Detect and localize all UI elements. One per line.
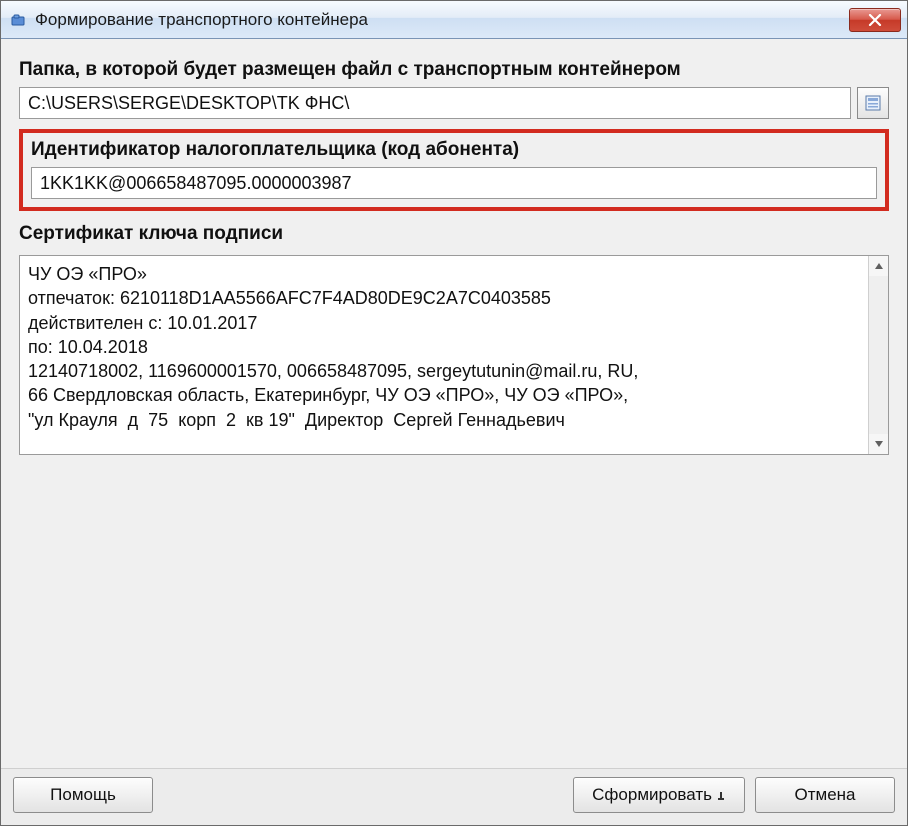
- cert-label: Сертификат ключа подписи: [19, 223, 889, 245]
- cert-textarea[interactable]: ЧУ ОЭ «ПРО» отпечаток: 6210118D1AA5566AF…: [19, 255, 889, 455]
- taxpayer-id-label: Идентификатор налогоплательщика (код або…: [31, 139, 877, 161]
- taxpayer-id-highlight: Идентификатор налогоплательщика (код або…: [19, 129, 889, 211]
- generate-button[interactable]: Сформировать: [573, 777, 745, 813]
- cancel-button-label: Отмена: [795, 785, 856, 805]
- titlebar: Формирование транспортного контейнера: [1, 1, 907, 39]
- window-title: Формирование транспортного контейнера: [35, 10, 849, 30]
- generate-button-label: Сформировать: [592, 785, 712, 805]
- dialog-window: Формирование транспортного контейнера Па…: [0, 0, 908, 826]
- help-button-label: Помощь: [50, 785, 116, 805]
- cert-scrollbar[interactable]: [868, 256, 888, 454]
- folder-browse-icon: [864, 94, 882, 112]
- cert-content: ЧУ ОЭ «ПРО» отпечаток: 6210118D1AA5566AF…: [20, 256, 888, 438]
- taxpayer-id-input[interactable]: [31, 167, 877, 199]
- cancel-button[interactable]: Отмена: [755, 777, 895, 813]
- close-icon: [868, 14, 882, 26]
- button-bar: Помощь Сформировать Отмена: [1, 768, 907, 825]
- folder-path-input[interactable]: [19, 87, 851, 119]
- folder-row: [19, 87, 889, 119]
- help-button[interactable]: Помощь: [13, 777, 153, 813]
- dropdown-caret-icon: [716, 785, 726, 805]
- browse-folder-button[interactable]: [857, 87, 889, 119]
- app-icon: [9, 11, 27, 29]
- close-button[interactable]: [849, 8, 901, 32]
- scroll-up-icon[interactable]: [869, 256, 888, 276]
- dialog-body: Папка, в которой будет размещен файл с т…: [1, 39, 907, 768]
- folder-label: Папка, в которой будет размещен файл с т…: [19, 59, 889, 81]
- scroll-down-icon[interactable]: [869, 434, 888, 454]
